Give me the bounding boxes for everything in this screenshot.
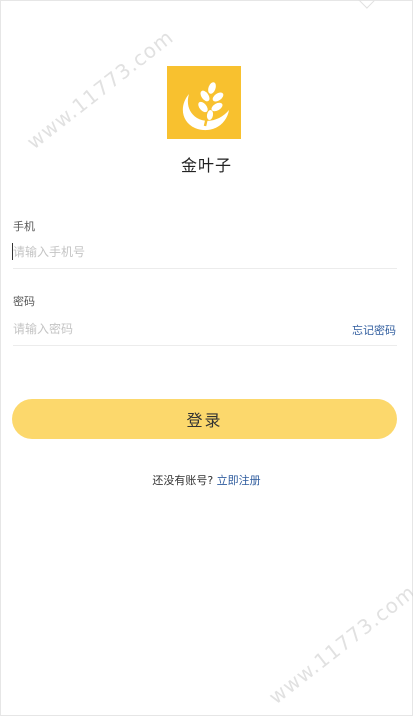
register-prompt: 还没有账号? <box>152 474 214 487</box>
app-name: 金叶子 <box>180 156 232 175</box>
phone-divider <box>13 268 397 269</box>
password-input[interactable] <box>13 318 333 340</box>
login-button[interactable]: 登录 <box>12 399 397 439</box>
wheat-leaf-icon <box>182 82 229 131</box>
register-row: 还没有账号? 立即注册 <box>0 472 413 488</box>
phone-label: 手机 <box>13 220 35 233</box>
password-label: 密码 <box>13 295 35 308</box>
password-divider <box>13 345 397 346</box>
forgot-password-link[interactable]: 忘记密码 <box>352 322 396 338</box>
register-link[interactable]: 立即注册 <box>217 474 261 487</box>
phone-input[interactable] <box>13 241 333 263</box>
app-logo <box>167 66 241 139</box>
